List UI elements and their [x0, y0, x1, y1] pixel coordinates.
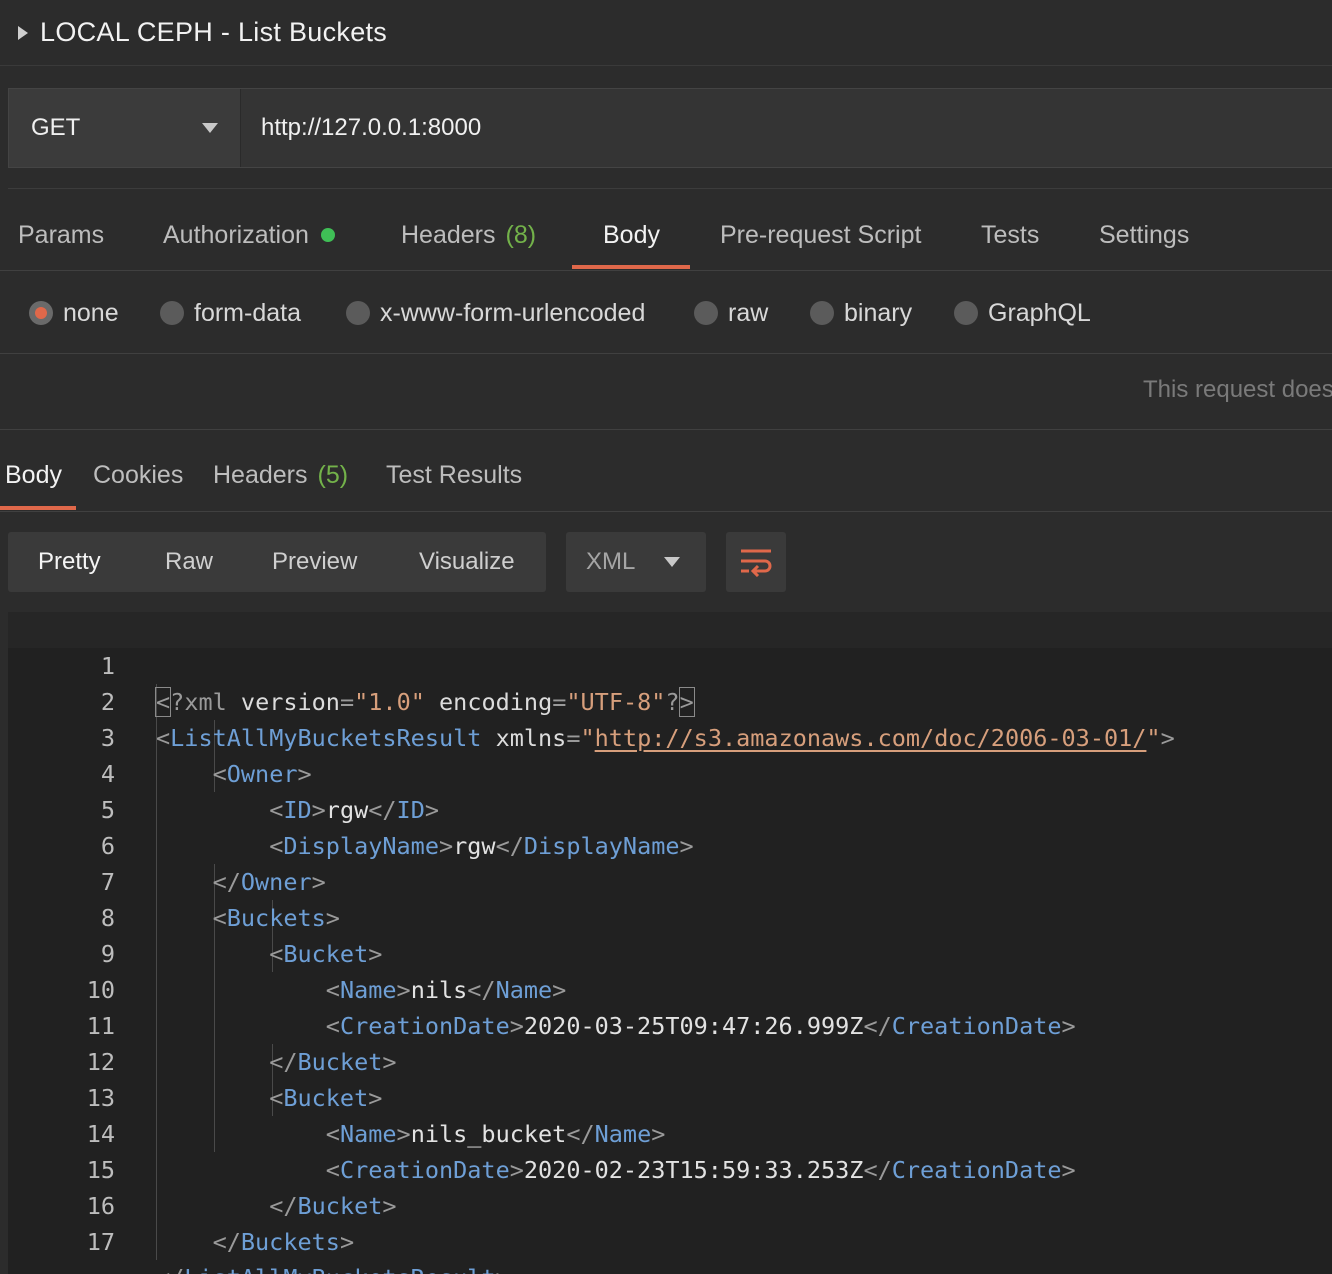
- response-body-editor[interactable]: 1 <?xml version="1.0" encoding="UTF-8"?>…: [8, 612, 1332, 1274]
- tab-authorization[interactable]: Authorization: [163, 200, 335, 270]
- radio-graphql[interactable]: GraphQL: [954, 272, 1091, 354]
- radio-none[interactable]: none: [29, 272, 119, 354]
- code-line: 5 <DisplayName>rgw</DisplayName>: [8, 756, 1332, 860]
- code-line: 3 <Owner>: [8, 684, 1332, 788]
- tab-body[interactable]: Body: [603, 200, 660, 270]
- url-bar: GET http://127.0.0.1:8000: [8, 88, 1332, 168]
- tab-pre-request-script[interactable]: Pre-request Script: [720, 200, 921, 270]
- radio-label: binary: [844, 298, 913, 327]
- code-line: 11 </Bucket>: [8, 972, 1332, 1076]
- tab-label: Headers: [401, 220, 496, 249]
- tab-label: Params: [18, 220, 105, 249]
- caret-right-icon[interactable]: [18, 25, 28, 40]
- language-label: XML: [586, 548, 636, 575]
- radio-icon: [810, 301, 834, 325]
- method-label: GET: [31, 114, 81, 141]
- tab-params[interactable]: Params: [18, 200, 104, 270]
- tab-label: Pre-request Script: [720, 220, 922, 249]
- tab-label: Settings: [1099, 220, 1190, 249]
- radio-label: raw: [728, 298, 769, 327]
- url-input[interactable]: http://127.0.0.1:8000: [241, 89, 1332, 167]
- response-tab-body[interactable]: Body: [5, 440, 62, 510]
- active-tab-indicator: [572, 265, 690, 269]
- code-line: 17 </ListAllMyBucketsResult>: [8, 1188, 1332, 1274]
- radio-icon: [694, 301, 718, 325]
- code-line: 2 <ListAllMyBucketsResult xmlns="http://…: [8, 648, 1332, 752]
- body-notice: This request does: [1143, 376, 1332, 403]
- request-title-bar: LOCAL CEPH - List Buckets: [0, 0, 1332, 66]
- chevron-down-icon: [664, 557, 680, 567]
- code-line: 4 <ID>rgw</ID>: [8, 720, 1332, 824]
- radio-icon: [346, 301, 370, 325]
- tab-label: Authorization: [163, 220, 309, 249]
- tab-label: Body: [603, 220, 660, 249]
- tab-label: Test Results: [386, 460, 523, 489]
- tab-label: Tests: [981, 220, 1040, 249]
- tab-count: (5): [317, 460, 349, 489]
- radio-label: x-www-form-urlencoded: [380, 298, 646, 327]
- wrap-lines-button[interactable]: [726, 532, 786, 592]
- view-visualize-button[interactable]: Visualize: [419, 532, 515, 592]
- radio-label: none: [63, 298, 119, 327]
- response-tab-test-results[interactable]: Test Results: [386, 440, 522, 510]
- radio-form-data[interactable]: form-data: [160, 272, 301, 354]
- code-line: 15 </Bucket>: [8, 1116, 1332, 1220]
- view-raw-button[interactable]: Raw: [165, 532, 213, 592]
- code-line: 12 <Bucket>: [8, 1008, 1332, 1112]
- code-line: 6 </Owner>: [8, 792, 1332, 896]
- radio-binary[interactable]: binary: [810, 272, 912, 354]
- code-line: 1 <?xml version="1.0" encoding="UTF-8"?>: [8, 612, 1332, 717]
- code-line: 16 </Buckets>: [8, 1152, 1332, 1256]
- view-mode-group: Pretty Raw Preview Visualize: [8, 532, 546, 592]
- tab-headers[interactable]: Headers (8): [401, 200, 536, 270]
- request-title[interactable]: LOCAL CEPH - List Buckets: [40, 17, 387, 48]
- tab-settings[interactable]: Settings: [1099, 200, 1189, 270]
- body-type-options: none form-data x-www-form-urlencoded raw…: [0, 272, 1332, 354]
- radio-selected-icon: [29, 301, 53, 325]
- language-select[interactable]: XML: [566, 532, 706, 592]
- radio-label: GraphQL: [988, 298, 1091, 327]
- tab-label: Headers: [213, 460, 308, 489]
- code-line: 9 <Name>nils</Name>: [8, 900, 1332, 1004]
- response-tab-cookies[interactable]: Cookies: [93, 440, 183, 510]
- request-tabs: Params Authorization Headers (8) Body Pr…: [0, 200, 1332, 271]
- response-tab-headers[interactable]: Headers (5): [213, 440, 348, 510]
- wrap-lines-icon: [741, 549, 772, 577]
- code-line: 7 <Buckets>: [8, 828, 1332, 932]
- view-pretty-button[interactable]: Pretty: [38, 532, 101, 592]
- code-line: 14 <CreationDate>2020-02-23T15:59:33.253…: [8, 1080, 1332, 1184]
- code-line: 8 <Bucket>: [8, 864, 1332, 968]
- radio-raw[interactable]: raw: [694, 272, 768, 354]
- tab-label: Cookies: [93, 460, 184, 489]
- view-preview-button[interactable]: Preview: [272, 532, 357, 592]
- active-response-tab-indicator: [0, 506, 76, 510]
- tab-label: Body: [5, 460, 62, 489]
- status-dot-icon: [320, 228, 335, 242]
- code-line: 10 <CreationDate>2020-03-25T09:47:26.999…: [8, 936, 1332, 1040]
- chevron-down-icon: [202, 123, 218, 133]
- code-line: 13 <Name>nils_bucket</Name>: [8, 1044, 1332, 1148]
- tab-count: (8): [505, 220, 537, 249]
- radio-icon: [160, 301, 184, 325]
- body-notice-row: This request does: [0, 354, 1332, 430]
- radio-label: form-data: [194, 298, 301, 327]
- tab-tests[interactable]: Tests: [981, 200, 1039, 270]
- response-tabs: Body Cookies Headers (5) Test Results: [0, 440, 1332, 512]
- line-number: 17: [86, 1228, 115, 1256]
- radio-icon: [954, 301, 978, 325]
- divider: [8, 188, 1332, 189]
- method-select[interactable]: GET: [9, 89, 241, 167]
- radio-x-www-form-urlencoded[interactable]: x-www-form-urlencoded: [346, 272, 645, 354]
